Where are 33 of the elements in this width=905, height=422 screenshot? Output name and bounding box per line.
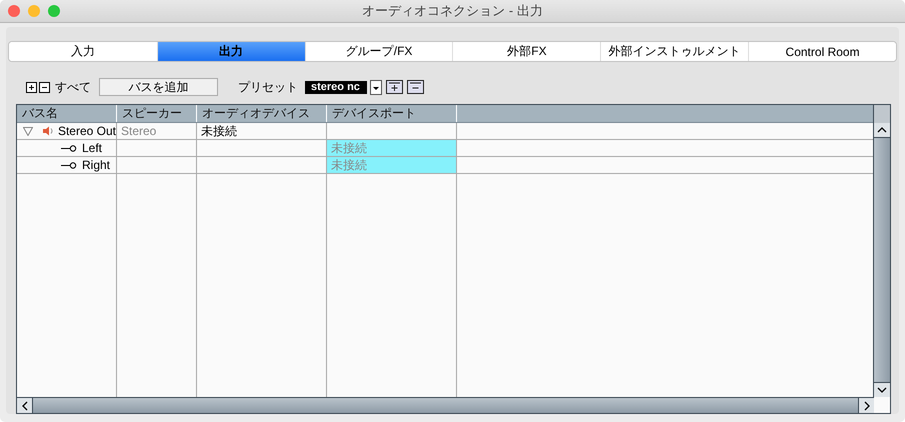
- bus-name: Stereo Out: [58, 123, 116, 139]
- scroll-up-icon[interactable]: [877, 127, 887, 133]
- scroll-down-icon[interactable]: [877, 387, 887, 393]
- highlighted-cell: 未接続: [327, 157, 457, 173]
- preset-field[interactable]: stereo nc: [305, 80, 367, 94]
- vertical-scrollbar[interactable]: [873, 105, 890, 397]
- scroll-left-icon[interactable]: [22, 400, 28, 410]
- channel-icon: [61, 144, 77, 152]
- tab[interactable]: Control Room: [748, 42, 896, 61]
- column-header[interactable]: スピーカー: [117, 105, 197, 122]
- collapse-all-icon[interactable]: [39, 82, 50, 92]
- column-header[interactable]: オーディオデバイス: [197, 105, 327, 122]
- scroll-right-icon[interactable]: [864, 400, 870, 410]
- all-label: すべて: [55, 78, 91, 96]
- column-header[interactable]: デバイスポート: [327, 105, 457, 122]
- expand-all-icon[interactable]: [26, 82, 37, 92]
- dropdown-icon[interactable]: [370, 80, 382, 94]
- expand-toggle-icon[interactable]: [23, 126, 33, 136]
- preset-label: プリセット: [238, 78, 298, 96]
- highlighted-cell: 未接続: [327, 140, 457, 156]
- speaker-icon: [42, 126, 53, 136]
- horizontal-scrollbar[interactable]: [17, 397, 874, 413]
- column-header[interactable]: バス名: [17, 105, 117, 122]
- delete-preset-icon[interactable]: [407, 80, 424, 94]
- channel-name: Left: [82, 140, 102, 156]
- save-preset-icon[interactable]: [386, 80, 403, 94]
- tab[interactable]: 出力: [156, 42, 305, 61]
- channel-name: Right: [82, 157, 110, 173]
- table-cell: Stereo: [121, 123, 156, 139]
- add-bus-button[interactable]: バスを追加: [99, 78, 218, 96]
- window-title: オーディオコネクション - 出力: [362, 2, 543, 20]
- channel-icon: [61, 162, 77, 168]
- table-cell: 未接続: [201, 123, 237, 139]
